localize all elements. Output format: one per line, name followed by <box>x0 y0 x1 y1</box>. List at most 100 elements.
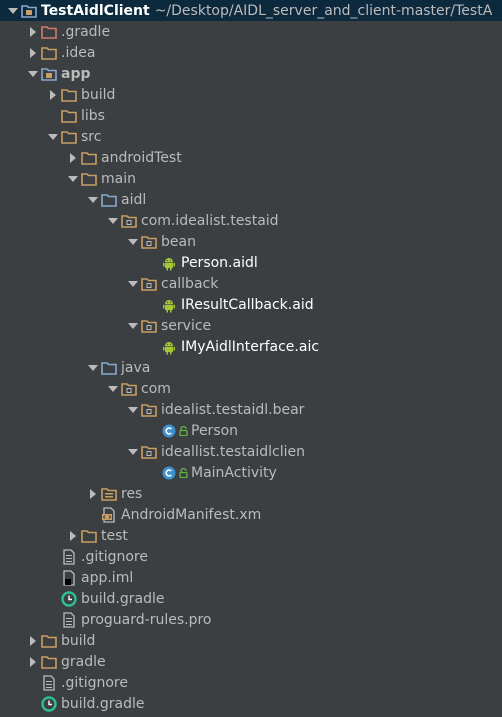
project-path: ~/Desktop/AIDL_server_and_client-master/… <box>154 2 493 19</box>
folder-icon <box>60 108 78 124</box>
expand-arrow-icon[interactable] <box>46 84 60 105</box>
tree-item-label: TestAidlClient <box>41 2 150 19</box>
tree-row-com[interactable]: com <box>0 378 502 399</box>
tree-row-mainactivity[interactable]: MainActivity <box>0 462 502 483</box>
collapse-arrow-icon[interactable] <box>106 210 120 231</box>
tree-row-gitignore[interactable]: .gitignore <box>0 546 502 567</box>
arrow-spacer <box>26 672 40 693</box>
tree-row-service[interactable]: service <box>0 315 502 336</box>
tree-item-label: AndroidManifest.xm <box>121 506 262 523</box>
tree-item-label: proguard-rules.pro <box>81 611 212 628</box>
source-folder-icon <box>100 360 118 376</box>
package-icon <box>140 444 158 460</box>
tree-row-test[interactable]: test <box>0 525 502 546</box>
tree-row-libs[interactable]: libs <box>0 105 502 126</box>
arrow-spacer <box>46 567 60 588</box>
tree-row-testaidlclient[interactable]: TestAidlClient ~/Desktop/AIDL_server_and_… <box>0 0 502 21</box>
tree-row-build[interactable]: build <box>0 84 502 105</box>
tree-item-label: Person.aidl <box>181 254 258 271</box>
tree-row-idea[interactable]: .idea <box>0 42 502 63</box>
text-file-icon <box>40 674 58 691</box>
tree-item-label: .gradle <box>61 23 111 40</box>
tree-row-aidl[interactable]: aidl <box>0 189 502 210</box>
tree-item-label: build <box>81 86 116 103</box>
collapse-arrow-icon[interactable] <box>6 0 20 21</box>
collapse-arrow-icon[interactable] <box>86 357 100 378</box>
tree-item-label: build <box>61 632 96 649</box>
expand-arrow-icon[interactable] <box>26 42 40 63</box>
tree-row-app[interactable]: app <box>0 63 502 84</box>
tree-item-label: gradle <box>61 653 106 670</box>
gradle-icon <box>60 590 78 607</box>
tree-row-main[interactable]: main <box>0 168 502 189</box>
collapse-arrow-icon[interactable] <box>126 399 140 420</box>
tree-item-label: callback <box>161 275 219 292</box>
tree-item-label: androidTest <box>101 149 182 166</box>
arrow-spacer <box>146 252 160 273</box>
tree-row-build[interactable]: build <box>0 630 502 651</box>
collapse-arrow-icon[interactable] <box>126 441 140 462</box>
tree-row-imyaidlinterface-aic[interactable]: IMyAidlInterface.aic <box>0 336 502 357</box>
project-tree: TestAidlClient ~/Desktop/AIDL_server_and_… <box>0 0 502 717</box>
expand-arrow-icon[interactable] <box>66 525 80 546</box>
tree-row-com-idealist-testaid[interactable]: com.idealist.testaid <box>0 210 502 231</box>
tree-row-build-gradle[interactable]: build.gradle <box>0 588 502 609</box>
expand-arrow-icon[interactable] <box>26 651 40 672</box>
xml-file-icon <box>100 506 118 523</box>
tree-row-idealist-testaidl-bear[interactable]: idealist.testaidl.bear <box>0 399 502 420</box>
collapse-arrow-icon[interactable] <box>86 189 100 210</box>
tree-item-label: app <box>61 65 91 82</box>
package-icon <box>120 213 138 229</box>
android-icon <box>160 255 178 271</box>
expand-arrow-icon[interactable] <box>26 630 40 651</box>
tree-item-label: IResultCallback.aid <box>181 296 314 313</box>
tree-row-proguard-rules-pro[interactable]: proguard-rules.pro <box>0 609 502 630</box>
collapse-arrow-icon[interactable] <box>66 168 80 189</box>
tree-row-bean[interactable]: bean <box>0 231 502 252</box>
tree-row-build-gradle[interactable]: build.gradle <box>0 693 502 714</box>
tree-item-label: .gitignore <box>81 548 148 565</box>
collapse-arrow-icon[interactable] <box>46 126 60 147</box>
tree-row-java[interactable]: java <box>0 357 502 378</box>
tree-item-label: bean <box>161 233 196 250</box>
tree-item-label: build.gradle <box>61 695 145 712</box>
arrow-spacer <box>146 294 160 315</box>
tree-row-src[interactable]: src <box>0 126 502 147</box>
lock-icon <box>179 467 188 478</box>
collapse-arrow-icon[interactable] <box>126 231 140 252</box>
folder-icon <box>40 45 58 61</box>
tree-item-label: service <box>161 317 212 334</box>
expand-arrow-icon[interactable] <box>26 21 40 42</box>
tree-row-person-aidl[interactable]: Person.aidl <box>0 252 502 273</box>
tree-item-label: ideallist.testaidlclien <box>161 443 305 460</box>
package-icon <box>140 318 158 334</box>
tree-row-app-iml[interactable]: app.iml <box>0 567 502 588</box>
collapse-arrow-icon[interactable] <box>106 378 120 399</box>
collapse-arrow-icon[interactable] <box>126 315 140 336</box>
arrow-spacer <box>46 546 60 567</box>
tree-row-gitignore[interactable]: .gitignore <box>0 672 502 693</box>
tree-row-gradle[interactable]: .gradle <box>0 21 502 42</box>
tree-item-label: com <box>141 380 171 397</box>
class-icon <box>160 465 178 481</box>
expand-arrow-icon[interactable] <box>86 483 100 504</box>
tree-row-callback[interactable]: callback <box>0 273 502 294</box>
tree-row-person[interactable]: Person <box>0 420 502 441</box>
arrow-spacer <box>46 105 60 126</box>
tree-row-gradle[interactable]: gradle <box>0 651 502 672</box>
android-icon <box>160 339 178 355</box>
tree-row-iresultcallback-aid[interactable]: IResultCallback.aid <box>0 294 502 315</box>
collapse-arrow-icon[interactable] <box>126 273 140 294</box>
package-icon <box>120 381 138 397</box>
tree-item-label: MainActivity <box>191 464 277 481</box>
text-file-icon <box>60 548 78 565</box>
gradle-icon <box>40 695 58 712</box>
tree-item-label: res <box>121 485 143 502</box>
collapse-arrow-icon[interactable] <box>26 63 40 84</box>
expand-arrow-icon[interactable] <box>66 147 80 168</box>
excluded-folder-icon <box>40 24 58 40</box>
tree-row-androidtest[interactable]: androidTest <box>0 147 502 168</box>
tree-row-androidmanifest-xm[interactable]: AndroidManifest.xm <box>0 504 502 525</box>
tree-row-res[interactable]: res <box>0 483 502 504</box>
tree-row-ideallist-testaidlclien[interactable]: ideallist.testaidlclien <box>0 441 502 462</box>
